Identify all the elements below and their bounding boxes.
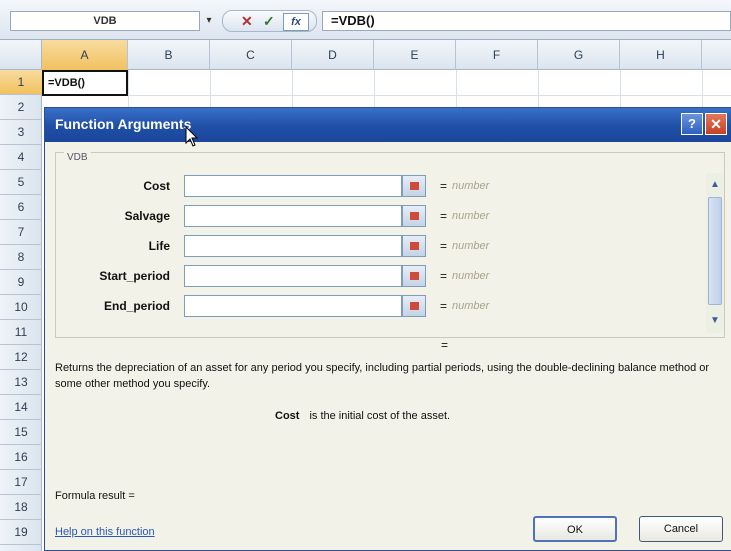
- cancel-formula-icon[interactable]: ✕: [241, 13, 253, 30]
- collapse-icon: [410, 302, 419, 310]
- row-header[interactable]: 16: [0, 445, 42, 470]
- row-header[interactable]: 14: [0, 395, 42, 420]
- equals-sign: =: [440, 239, 448, 253]
- row-header[interactable]: 18: [0, 495, 42, 520]
- column-header-d[interactable]: D: [292, 40, 374, 70]
- row-header[interactable]: 11: [0, 320, 42, 345]
- salvage-input[interactable]: [184, 205, 402, 227]
- life-input[interactable]: [184, 235, 402, 257]
- arg-label-start-period: Start_period: [99, 269, 170, 283]
- grid-line: [42, 95, 731, 96]
- arg-hint: number: [452, 300, 490, 312]
- row-header[interactable]: 7: [0, 220, 42, 245]
- equals-sign: =: [440, 209, 448, 223]
- select-all-corner[interactable]: [0, 40, 42, 70]
- row-header[interactable]: 5: [0, 170, 42, 195]
- equals-sign: =: [440, 179, 448, 193]
- result-equals-sign: =: [441, 338, 449, 352]
- end-period-input[interactable]: [184, 295, 402, 317]
- scroll-down-icon[interactable]: ▼: [708, 313, 722, 329]
- formula-result-label: Formula result =: [55, 490, 135, 502]
- column-header-g[interactable]: G: [538, 40, 620, 70]
- function-name-label: VDB: [64, 152, 91, 163]
- arguments-group: VDB Cost = number Salvage = number Life …: [55, 152, 725, 338]
- scroll-thumb[interactable]: [708, 197, 722, 305]
- row-header[interactable]: 8: [0, 245, 42, 270]
- row-header[interactable]: 10: [0, 295, 42, 320]
- arg-hint: number: [452, 210, 490, 222]
- mouse-cursor-icon: [185, 126, 199, 147]
- row-header[interactable]: 9: [0, 270, 42, 295]
- column-header-h[interactable]: H: [620, 40, 702, 70]
- arg-hint: number: [452, 270, 490, 282]
- collapse-dialog-button[interactable]: [402, 295, 426, 317]
- arg-label-salvage: Salvage: [124, 209, 170, 223]
- name-box[interactable]: VDB: [10, 11, 200, 31]
- argument-description-text: is the initial cost of the asset.: [309, 410, 451, 422]
- argument-description: Cost is the initial cost of the asset.: [275, 410, 450, 422]
- insert-function-icon[interactable]: fx: [283, 13, 309, 31]
- dialog-title: Function Arguments: [55, 116, 192, 132]
- cost-input[interactable]: [184, 175, 402, 197]
- argument-name: Cost: [275, 410, 300, 422]
- arg-label-end-period: End_period: [103, 299, 170, 313]
- column-headers: A B C D E F G H: [0, 40, 731, 70]
- row-header[interactable]: 3: [0, 120, 42, 145]
- name-box-dropdown-icon[interactable]: ▾: [202, 11, 216, 31]
- start-period-input[interactable]: [184, 265, 402, 287]
- row-header[interactable]: 2: [0, 95, 42, 120]
- collapse-dialog-button[interactable]: [402, 175, 426, 197]
- help-on-function-link[interactable]: Help on this function: [55, 526, 155, 538]
- row-header[interactable]: 6: [0, 195, 42, 220]
- row-header[interactable]: 15: [0, 420, 42, 445]
- row-headers: 1 2 3 4 5 6 7 8 9 10 11 12 13 14 15 16 1…: [0, 70, 42, 551]
- collapse-icon: [410, 182, 419, 190]
- collapse-dialog-button[interactable]: [402, 265, 426, 287]
- row-header[interactable]: 4: [0, 145, 42, 170]
- row-header[interactable]: 12: [0, 345, 42, 370]
- function-arguments-dialog: Function Arguments ? ✕ VDB Cost = number…: [44, 107, 731, 551]
- formula-input[interactable]: =VDB(): [322, 11, 731, 31]
- active-cell-a1[interactable]: =VDB(): [42, 70, 128, 96]
- function-description: Returns the depreciation of an asset for…: [55, 362, 710, 390]
- column-header-e[interactable]: E: [374, 40, 456, 70]
- arg-hint: number: [452, 180, 490, 192]
- scroll-up-icon[interactable]: ▲: [708, 177, 722, 193]
- ok-button[interactable]: OK: [533, 516, 617, 542]
- collapse-dialog-button[interactable]: [402, 205, 426, 227]
- arg-label-cost: Cost: [143, 179, 170, 193]
- row-header[interactable]: 17: [0, 470, 42, 495]
- equals-sign: =: [440, 269, 448, 283]
- collapse-icon: [410, 212, 419, 220]
- formula-buttons: ✕ ✓ fx: [222, 10, 317, 32]
- column-header-c[interactable]: C: [210, 40, 292, 70]
- close-icon[interactable]: ✕: [705, 113, 727, 135]
- column-header-a[interactable]: A: [42, 40, 128, 70]
- collapse-dialog-button[interactable]: [402, 235, 426, 257]
- help-icon[interactable]: ?: [681, 113, 703, 135]
- arg-hint: number: [452, 240, 490, 252]
- column-header-b[interactable]: B: [128, 40, 210, 70]
- row-header[interactable]: 19: [0, 520, 42, 545]
- cancel-button[interactable]: Cancel: [639, 516, 723, 542]
- row-header[interactable]: 1: [0, 70, 42, 95]
- column-header-f[interactable]: F: [456, 40, 538, 70]
- collapse-icon: [410, 242, 419, 250]
- enter-formula-icon[interactable]: ✓: [263, 13, 275, 30]
- dialog-titlebar[interactable]: Function Arguments ? ✕: [45, 108, 731, 147]
- arg-label-life: Life: [148, 239, 170, 253]
- arguments-scrollbar[interactable]: ▲ ▼: [706, 173, 724, 333]
- formula-bar: VDB ▾ ✕ ✓ fx =VDB(): [0, 0, 731, 40]
- equals-sign: =: [440, 299, 448, 313]
- collapse-icon: [410, 272, 419, 280]
- row-header[interactable]: 13: [0, 370, 42, 395]
